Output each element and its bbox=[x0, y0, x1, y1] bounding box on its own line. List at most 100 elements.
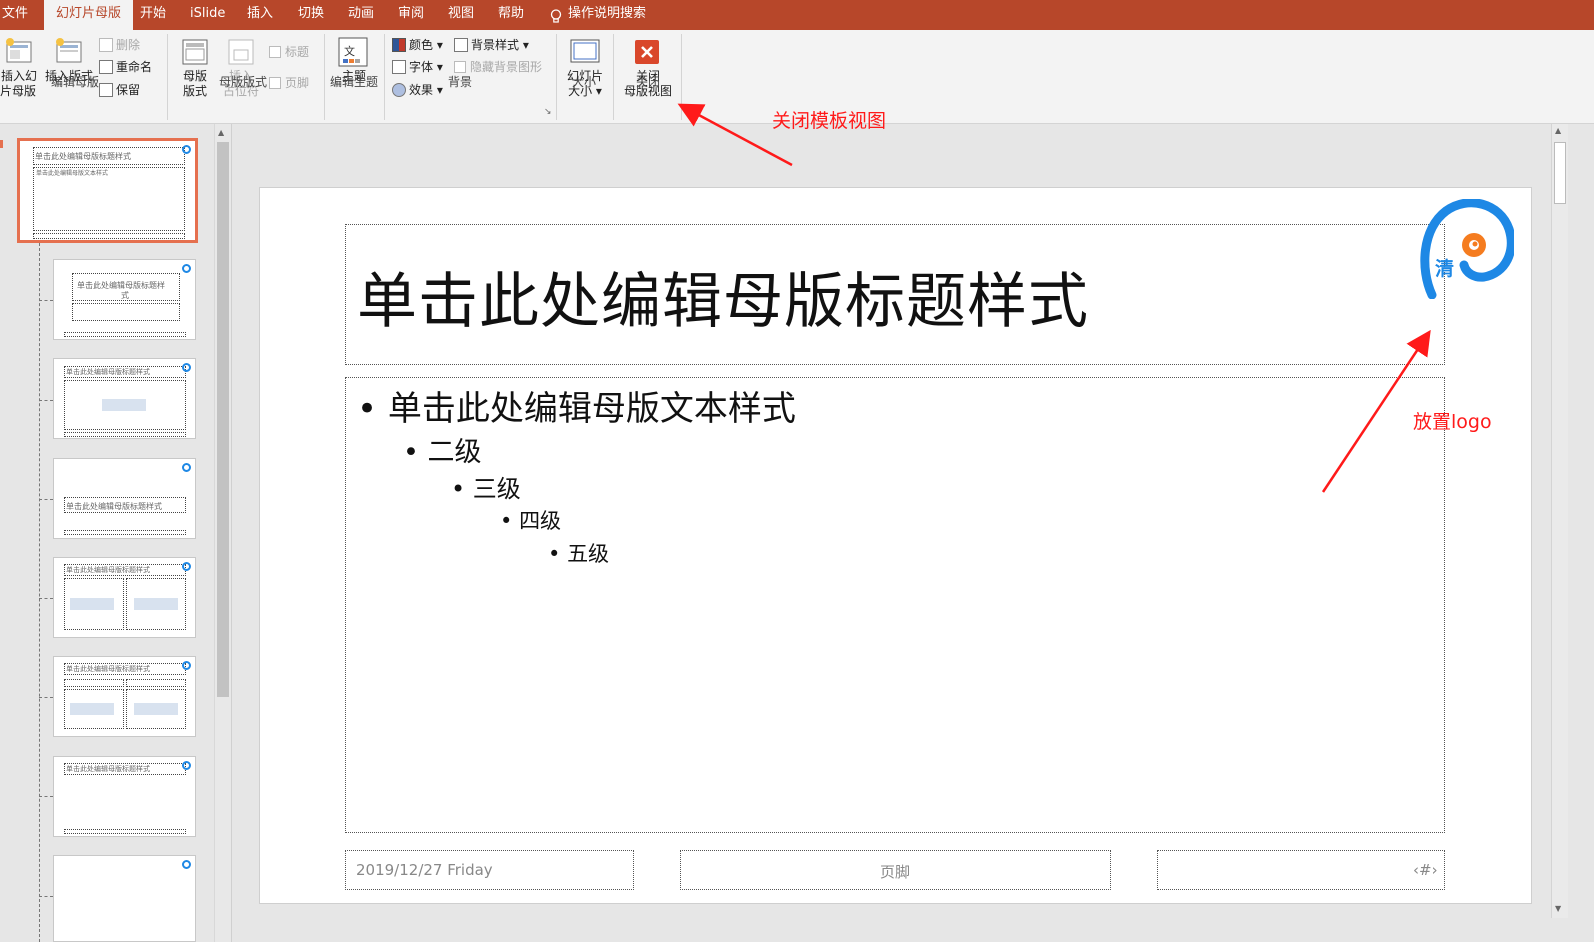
tab-view[interactable]: 视图 bbox=[448, 0, 474, 30]
annotation-close-master-view: 关闭模板视图 bbox=[772, 110, 887, 132]
bullet-level-1[interactable]: • 单击此处编辑母版文本样式 bbox=[357, 381, 796, 430]
background-dialog-launcher-icon[interactable]: ↘ bbox=[544, 107, 552, 117]
tab-animations[interactable]: 动画 bbox=[348, 0, 374, 30]
layout-thumbnail[interactable]: 单击此处编辑母版标题样式 bbox=[53, 458, 196, 539]
thumb-logo-icon bbox=[182, 562, 191, 571]
body-placeholder[interactable] bbox=[345, 377, 1445, 833]
rename-icon bbox=[99, 60, 113, 74]
logo-character: 清 bbox=[1435, 258, 1455, 280]
effects-button[interactable]: 效果 ▾ bbox=[392, 81, 443, 98]
slide-number-placeholder[interactable] bbox=[1157, 850, 1445, 890]
tell-me-search[interactable]: 操作说明搜索 bbox=[550, 0, 646, 30]
thumb-logo-icon bbox=[182, 463, 191, 472]
thumb-logo-icon bbox=[182, 661, 191, 670]
thumb-footer-placeholder bbox=[64, 829, 186, 834]
thumb-footer-placeholder bbox=[64, 530, 186, 535]
scroll-down-arrow-icon[interactable]: ▼ bbox=[1555, 904, 1561, 913]
tab-review[interactable]: 审阅 bbox=[398, 0, 424, 30]
rename-label: 重命名 bbox=[116, 60, 153, 74]
delete-icon bbox=[99, 38, 113, 52]
bullet-level-2[interactable]: • 二级 bbox=[403, 430, 482, 469]
slide-title[interactable]: 单击此处编辑母版标题样式 bbox=[357, 253, 1089, 340]
group-background: 背景 bbox=[447, 75, 472, 89]
layout-thumbnail[interactable]: 单击此处编辑母版标题样 式 bbox=[53, 259, 196, 340]
tell-me-label: 操作说明搜索 bbox=[568, 6, 647, 21]
bullet-level-1-text: 单击此处编辑母版文本样式 bbox=[387, 389, 796, 429]
thumb-logo-icon bbox=[182, 264, 191, 273]
master-layout-icon[interactable] bbox=[181, 38, 209, 69]
background-styles-icon bbox=[454, 38, 468, 52]
insert-layout-icon[interactable] bbox=[53, 36, 83, 69]
thumb-footer-placeholder bbox=[64, 332, 186, 337]
group-edit-master: 编辑母版 bbox=[50, 75, 99, 89]
bullet-dot: • bbox=[403, 437, 428, 468]
thumb-title-text: 单击此处编辑母版标题样式 bbox=[35, 152, 131, 161]
layout-thumbnail[interactable]: 单击此处编辑母版标题样式 bbox=[53, 557, 196, 638]
title-checkbox-label: 标题 bbox=[285, 45, 310, 59]
close-x-icon[interactable] bbox=[635, 40, 659, 67]
tab-file[interactable]: 文件 bbox=[2, 0, 28, 30]
ribbon-tab-bar: 文件 幻灯片母版 开始 iSlide 插入 切换 动画 审阅 视图 帮助 操作说… bbox=[0, 0, 1594, 30]
tab-help[interactable]: 帮助 bbox=[498, 0, 524, 30]
colors-icon bbox=[392, 38, 406, 52]
delete-button[interactable]: 删除 bbox=[99, 36, 140, 53]
layout-thumbnail[interactable]: 单击此处编辑母版标题样式 bbox=[53, 756, 196, 837]
thumb-left-heading bbox=[64, 679, 124, 687]
thumb-logo-icon bbox=[182, 145, 191, 154]
thumb-logo-icon bbox=[182, 363, 191, 372]
bullet-level-4[interactable]: • 四级 bbox=[500, 505, 561, 535]
thumb-title-text: 单击此处编辑母版标题样式 bbox=[66, 665, 150, 673]
slide-scroll-thumb[interactable] bbox=[1554, 142, 1566, 204]
thumbnail-scroll-thumb[interactable] bbox=[217, 142, 229, 697]
layout-connector-tick bbox=[39, 400, 53, 401]
tab-insert[interactable]: 插入 bbox=[247, 0, 273, 30]
tab-slide-master[interactable]: 幻灯片母版 bbox=[44, 0, 134, 30]
logo-image[interactable] bbox=[1418, 198, 1516, 300]
lightbulb-icon bbox=[550, 7, 562, 23]
slide-size-icon[interactable] bbox=[568, 35, 602, 70]
bullet-level-5-text: 五级 bbox=[567, 542, 610, 566]
bullet-dot: • bbox=[500, 509, 520, 533]
title-checkbox-box bbox=[269, 46, 281, 58]
insert-placeholder-icon[interactable] bbox=[227, 38, 255, 69]
colors-button[interactable]: 颜色 ▾ bbox=[392, 36, 443, 53]
thumb-title-text-wrap: 式 bbox=[121, 291, 129, 300]
slide-number-marker bbox=[0, 140, 3, 148]
thumb-content-icons bbox=[70, 703, 114, 715]
layout-connector-tick bbox=[39, 896, 53, 897]
tab-transitions[interactable]: 切换 bbox=[298, 0, 324, 30]
group-close: 关闭 bbox=[635, 75, 660, 89]
footer-text: 页脚 bbox=[880, 863, 911, 881]
layout-thumbnail[interactable] bbox=[53, 855, 196, 942]
layout-thumbnail[interactable]: 单击此处编辑母版标题样式 bbox=[53, 656, 196, 737]
group-master-layout: 母版版式 bbox=[218, 75, 267, 89]
group-edit-theme: 编辑主题 bbox=[329, 75, 378, 89]
bullet-level-2-text: 二级 bbox=[427, 437, 482, 468]
effects-label: 效果 bbox=[409, 83, 434, 97]
ribbon-separator bbox=[681, 34, 682, 120]
layout-connector-tick bbox=[39, 499, 53, 500]
bullet-level-3-text: 三级 bbox=[472, 475, 521, 503]
background-styles-button[interactable]: 背景样式 ▾ bbox=[454, 36, 529, 53]
bullet-level-4-text: 四级 bbox=[519, 509, 562, 533]
themes-icon[interactable]: 文 bbox=[337, 36, 369, 71]
background-styles-label: 背景样式 bbox=[471, 38, 520, 52]
tab-home[interactable]: 开始 bbox=[140, 0, 166, 30]
hide-bg-graphics-label: 隐藏背景图形 bbox=[470, 60, 543, 74]
layout-thumbnail[interactable]: 单击此处编辑母版标题样式 bbox=[53, 358, 196, 439]
thumb-content-icons bbox=[134, 703, 178, 715]
bullet-level-3[interactable]: • 三级 bbox=[451, 469, 521, 504]
effects-icon bbox=[392, 83, 406, 97]
slide-master-thumbnail[interactable]: 单击此处编辑母版标题样式 单击此处编辑母版文本样式 bbox=[17, 138, 198, 243]
thumb-content-icons bbox=[134, 598, 178, 610]
insert-slide-master-icon[interactable] bbox=[3, 36, 33, 69]
tab-islide[interactable]: iSlide bbox=[190, 0, 225, 30]
scroll-up-arrow-icon[interactable]: ▲ bbox=[218, 128, 224, 137]
thumb-footer-placeholder bbox=[64, 432, 186, 437]
fonts-button[interactable]: 字体 ▾ bbox=[392, 58, 443, 75]
scroll-up-arrow-icon[interactable]: ▲ bbox=[1555, 126, 1561, 135]
bullet-level-5[interactable]: • 五级 bbox=[548, 538, 609, 568]
title-checkbox[interactable]: 标题 bbox=[269, 43, 309, 60]
slide-scrollbar[interactable] bbox=[1551, 124, 1568, 918]
delete-label: 删除 bbox=[116, 38, 141, 52]
